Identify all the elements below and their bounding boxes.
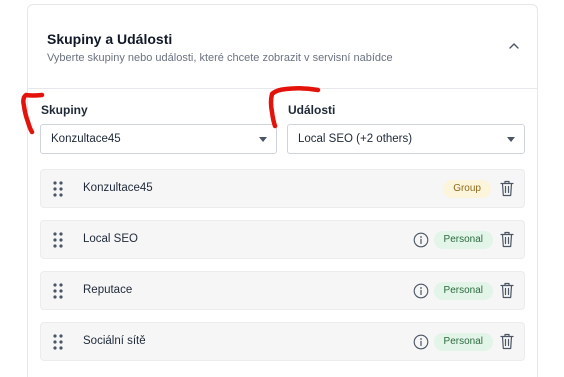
- list-item-label: Konzultace45: [83, 182, 153, 194]
- list-item-label: Sociální sítě: [83, 335, 146, 347]
- drag-handle-icon[interactable]: [53, 283, 63, 299]
- panel-subtitle: Vyberte skupiny nebo události, které chc…: [47, 52, 393, 64]
- list-item[interactable]: Konzultace45 Group: [40, 169, 525, 208]
- info-icon[interactable]: [413, 283, 429, 299]
- type-badge: Personal: [433, 231, 493, 249]
- type-badge: Group: [443, 180, 491, 198]
- list-item[interactable]: Sociální sítě Personal: [40, 322, 525, 361]
- trash-icon[interactable]: [500, 231, 514, 248]
- drag-handle-icon[interactable]: [53, 181, 63, 197]
- chevron-up-icon[interactable]: [507, 39, 521, 53]
- groups-label: Skupiny: [41, 103, 88, 117]
- caret-down-icon: [259, 137, 267, 142]
- info-icon[interactable]: [413, 334, 429, 350]
- groups-select[interactable]: Konzultace45: [40, 124, 277, 154]
- info-icon[interactable]: [413, 232, 429, 248]
- trash-icon[interactable]: [500, 282, 514, 299]
- list-item-label: Local SEO: [83, 233, 138, 245]
- trash-icon[interactable]: [500, 333, 514, 350]
- type-badge: Personal: [433, 282, 493, 300]
- trash-icon[interactable]: [500, 180, 514, 197]
- list-item[interactable]: Reputace Personal: [40, 271, 525, 310]
- panel-header[interactable]: Skupiny a Události Vyberte skupiny nebo …: [28, 5, 537, 89]
- list-item-label: Reputace: [83, 284, 133, 296]
- events-label: Události: [288, 103, 336, 117]
- list-item[interactable]: Local SEO Personal: [40, 220, 525, 259]
- events-select[interactable]: Local SEO (+2 others): [287, 124, 525, 154]
- type-badge: Personal: [433, 333, 493, 351]
- panel-title: Skupiny a Události: [47, 31, 173, 47]
- drag-handle-icon[interactable]: [53, 232, 63, 248]
- drag-handle-icon[interactable]: [53, 334, 63, 350]
- groups-select-value: Konzultace45: [51, 133, 121, 145]
- caret-down-icon: [507, 137, 515, 142]
- events-select-value: Local SEO (+2 others): [298, 133, 413, 145]
